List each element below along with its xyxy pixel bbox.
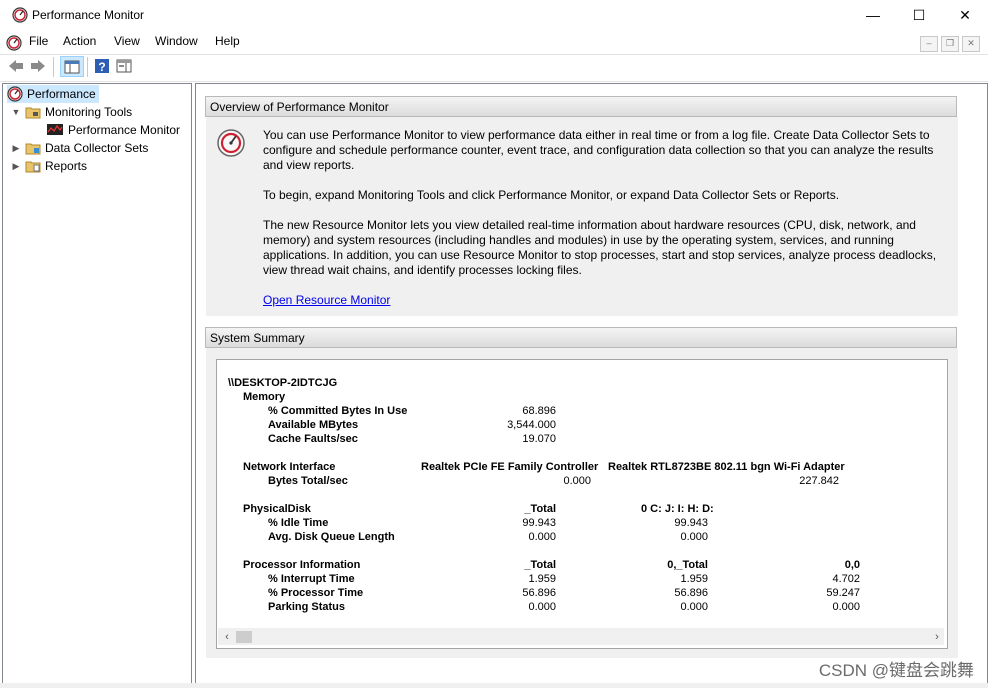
mdi-close-button[interactable]: ✕ (962, 36, 980, 52)
window-title: Performance Monitor (32, 8, 145, 22)
system-summary-header[interactable]: System Summary (205, 327, 957, 348)
chevron-down-icon[interactable]: ▼ (11, 107, 21, 117)
counter-label: % Committed Bytes In Use (268, 405, 408, 417)
toolbar-separator (53, 57, 54, 77)
counter-label: Bytes Total/sec (268, 475, 348, 487)
counter-value: 1.959 (680, 573, 708, 585)
perfmon-large-icon (216, 128, 246, 158)
chart-monitor-icon (46, 122, 63, 138)
counter-value: 56.896 (522, 587, 556, 599)
counter-label: Available MBytes (268, 419, 359, 431)
perfmon-node-icon (7, 86, 23, 102)
counter-value: 0.000 (563, 475, 591, 487)
scrollbar-thumb[interactable] (236, 631, 252, 643)
tree-item-data-collector-sets[interactable]: ▶ Data Collector Sets (11, 139, 149, 157)
tree-item-performance-monitor[interactable]: Performance Monitor (46, 121, 180, 139)
instance-header: Realtek PCIe FE Family Controller (421, 461, 599, 473)
counter-label: Parking Status (268, 601, 346, 613)
mdi-controls: – ❐ ✕ (917, 35, 980, 52)
open-resource-monitor-link[interactable]: Open Resource Monitor (263, 293, 390, 307)
counter-label: % Idle Time (268, 517, 329, 529)
instance-header: Realtek RTL8723BE 802.11 bgn Wi-Fi Adapt… (608, 461, 845, 473)
show-hide-console-tree-icon[interactable] (60, 56, 84, 77)
counter-value: 3,544.000 (507, 419, 556, 431)
overview-paragraph-2: To begin, expand Monitoring Tools and cl… (263, 188, 840, 202)
folder-collector-icon (25, 140, 41, 156)
counter-value: 68.896 (522, 405, 556, 417)
toolbar-separator (87, 57, 88, 77)
counter-value: 0.000 (680, 601, 708, 613)
show-hide-action-pane-icon[interactable] (115, 57, 133, 75)
tree-item-monitoring-tools[interactable]: ▼ Monitoring Tools (11, 103, 133, 121)
scroll-left-icon[interactable]: ‹ (220, 630, 234, 644)
perfmon-menu-icon[interactable] (6, 35, 22, 51)
tree-item-label: Performance (27, 87, 96, 101)
instance-header: 0,_Total (667, 559, 708, 571)
instance-header: 0,0 (844, 559, 860, 571)
overview-header[interactable]: Overview of Performance Monitor (205, 96, 957, 117)
folder-tools-icon (25, 104, 41, 120)
counter-value: 227.842 (799, 475, 839, 487)
scroll-right-icon[interactable]: › (930, 630, 944, 644)
forward-arrow-icon[interactable] (29, 57, 47, 75)
instance-header: 0 C: J: I: H: D: (641, 503, 714, 515)
tree-item-label: Performance Monitor (68, 123, 181, 137)
help-icon[interactable]: ? (93, 57, 111, 75)
status-bar (0, 683, 988, 688)
counter-value: 56.896 (674, 587, 708, 599)
counter-label: % Processor Time (268, 587, 364, 599)
toolbar (0, 54, 988, 82)
counter-value: 19.070 (522, 433, 556, 445)
back-arrow-icon[interactable] (7, 57, 25, 75)
tree-item-label: Data Collector Sets (45, 141, 149, 155)
watermark: CSDN @键盘会跳舞 (818, 661, 974, 680)
counter-value: 59.247 (826, 587, 860, 599)
network-label: Network Interface (243, 461, 336, 473)
menu-view[interactable]: View (114, 34, 140, 48)
memory-label: Memory (243, 391, 286, 403)
counter-label: % Interrupt Time (268, 573, 355, 585)
chevron-right-icon[interactable]: ▶ (11, 161, 21, 171)
tree-item-reports[interactable]: ▶ Reports (11, 157, 88, 175)
perfmon-app-icon (12, 7, 28, 23)
console-tree: Performance ▼ Monitoring Tools Performan… (2, 83, 192, 685)
counter-value: 0.000 (832, 601, 860, 613)
counter-value: 0.000 (680, 531, 708, 543)
close-button[interactable]: ✕ (942, 0, 988, 30)
menu-window[interactable]: Window (155, 34, 198, 48)
folder-reports-icon (25, 158, 41, 174)
counter-value: 99.943 (522, 517, 556, 529)
summary-host: \\DESKTOP-2IDTCJG (228, 377, 338, 389)
counter-value: 1.959 (528, 573, 556, 585)
counter-value: 99.943 (674, 517, 708, 529)
instance-header: _Total (524, 503, 556, 515)
mdi-restore-button[interactable]: ❐ (941, 36, 959, 52)
counter-value: 4.702 (832, 573, 860, 585)
disk-label: PhysicalDisk (243, 503, 311, 515)
menu-help[interactable]: Help (215, 34, 240, 48)
overview-paragraph-3: The new Resource Monitor lets you view d… (263, 218, 937, 277)
instance-header: _Total (524, 559, 556, 571)
counter-label: Avg. Disk Queue Length (268, 531, 395, 543)
chevron-right-icon[interactable]: ▶ (11, 143, 21, 153)
processor-label: Processor Information (243, 559, 361, 571)
overview-paragraph-1: You can use Performance Monitor to view … (263, 128, 934, 172)
menu-action[interactable]: Action (63, 34, 96, 48)
minimize-button[interactable]: — (850, 0, 896, 30)
title-bar (0, 0, 988, 31)
horizontal-scrollbar[interactable] (218, 628, 944, 645)
svg-text:?: ? (98, 60, 105, 74)
counter-value: 0.000 (528, 601, 556, 613)
maximize-button[interactable]: ☐ (896, 0, 942, 30)
mdi-minimize-button[interactable]: – (920, 36, 938, 52)
counter-value: 0.000 (528, 531, 556, 543)
tree-item-label: Monitoring Tools (45, 105, 133, 119)
counter-label: Cache Faults/sec (268, 433, 358, 445)
tree-item-performance[interactable]: Performance (7, 85, 99, 103)
menu-file[interactable]: File (29, 34, 48, 48)
tree-item-label: Reports (45, 159, 88, 173)
menu-bar (0, 31, 988, 53)
